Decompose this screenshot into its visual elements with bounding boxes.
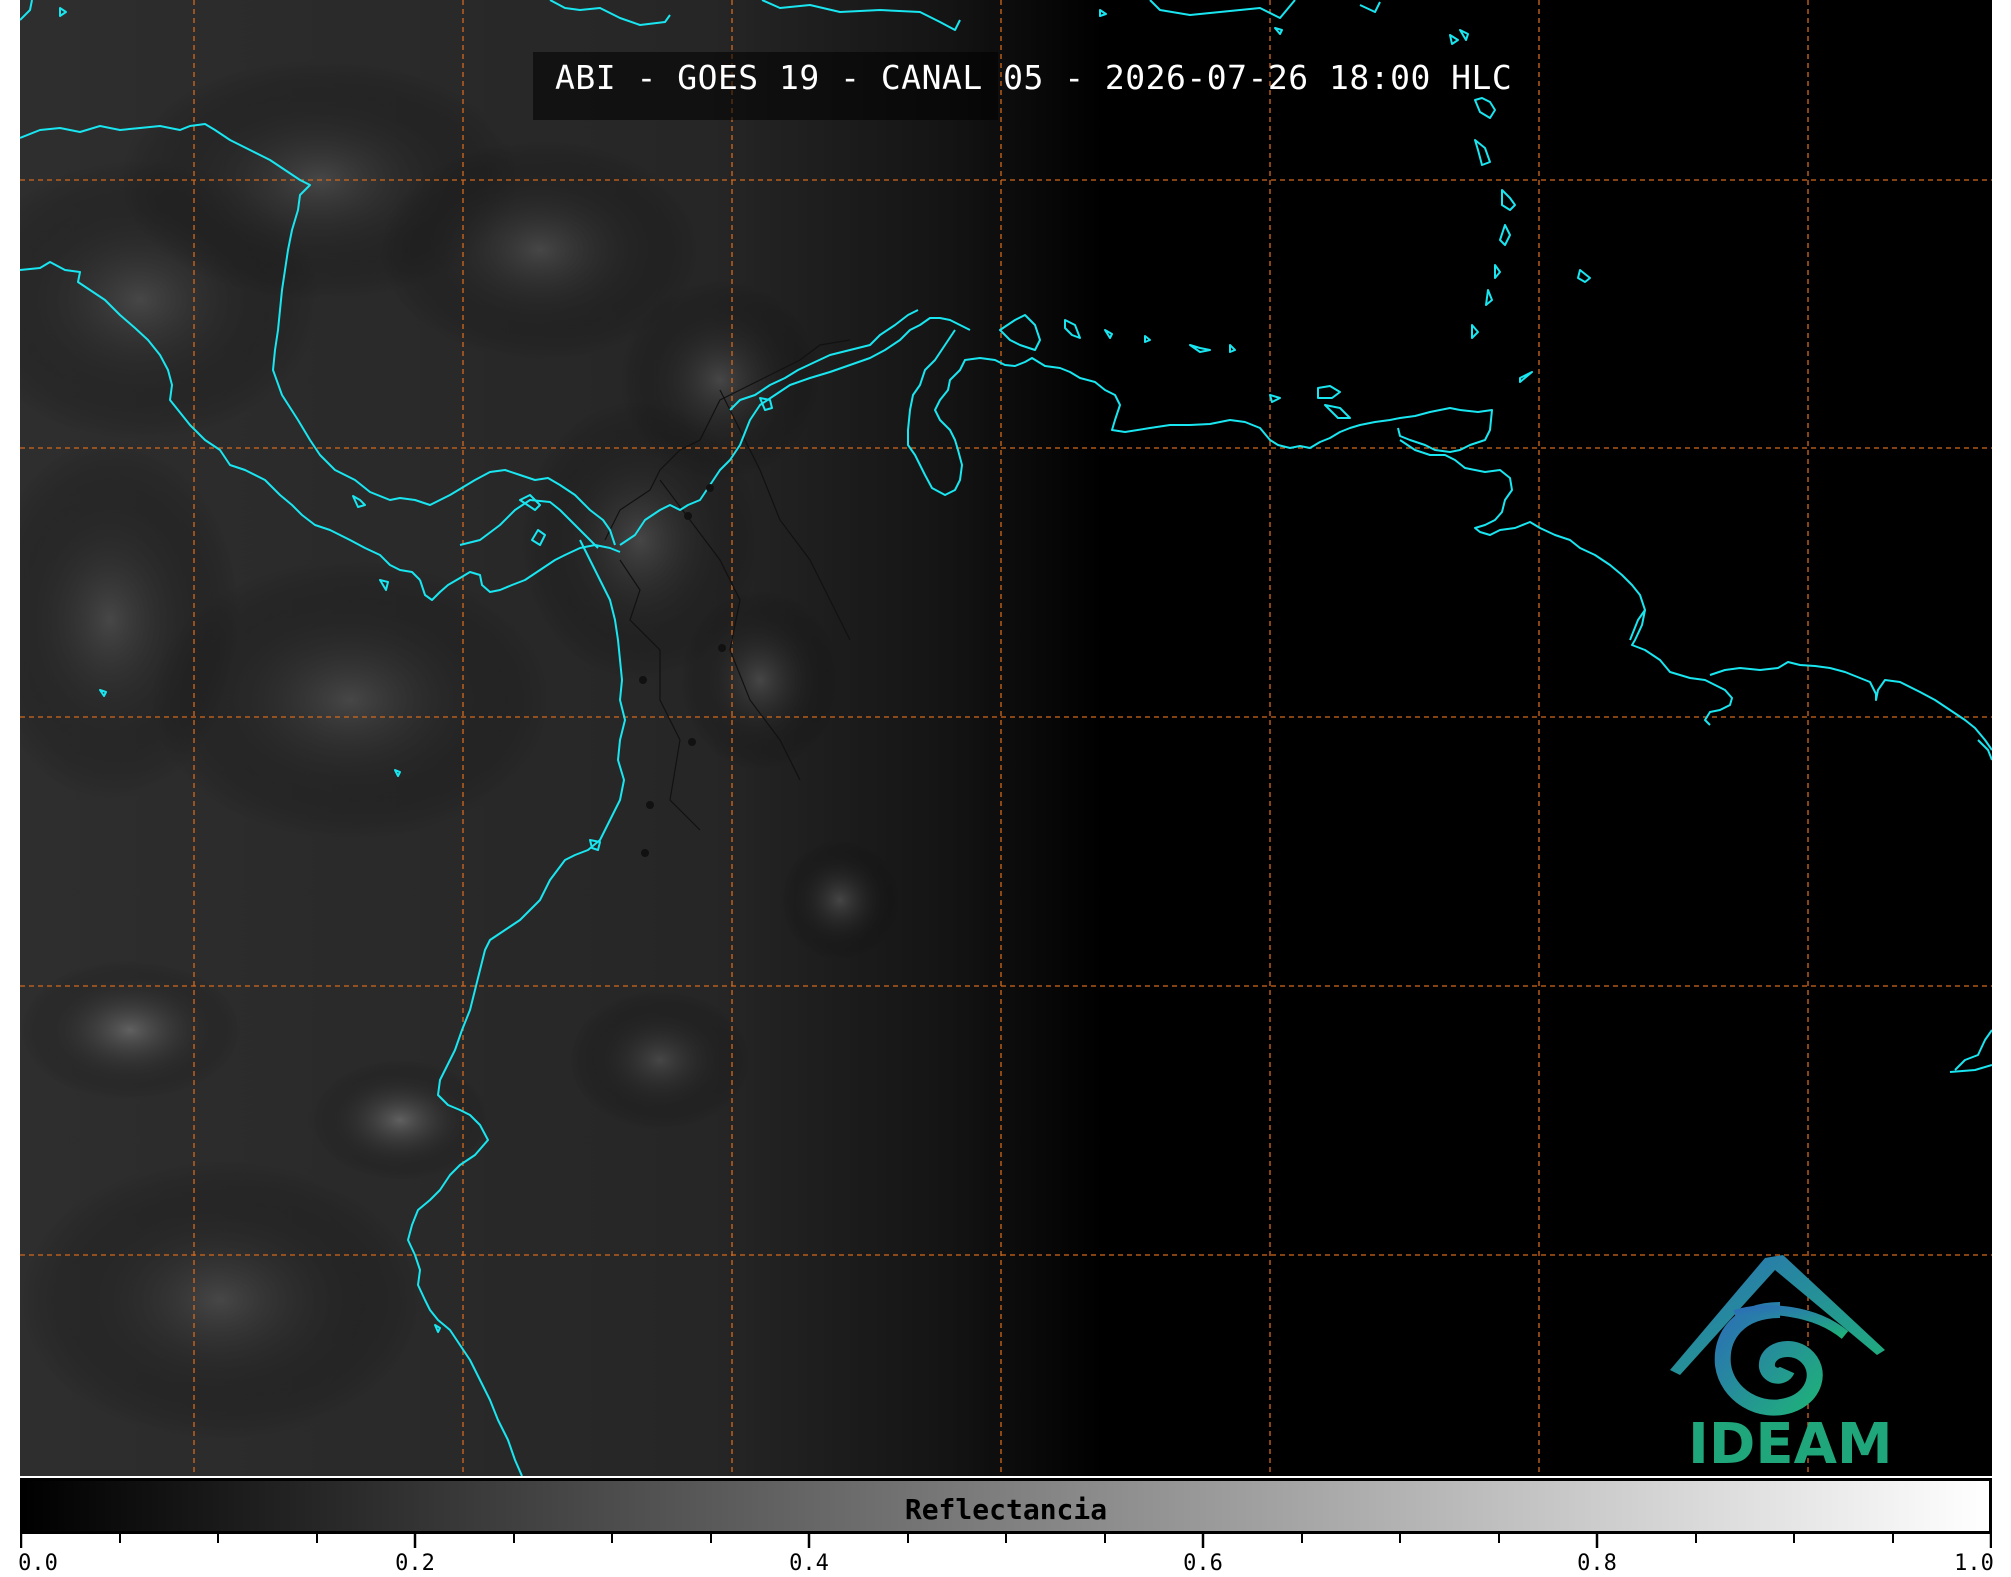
colorbar-label: Reflectancia — [904, 1493, 1108, 1526]
colorbar-tick-label: 0.8 — [1577, 1551, 1617, 1576]
colorbar-ticks — [20, 1534, 1992, 1548]
colorbar-tick-label: 0.0 — [18, 1551, 58, 1576]
colorbar-tick-label: 1.0 — [1954, 1551, 1994, 1576]
map-title: ABI - GOES 19 - CANAL 05 - 2026-07-26 18… — [555, 58, 1513, 97]
colorbar-tick-label: 0.2 — [395, 1551, 435, 1576]
colorbar: Reflectancia — [20, 1478, 1992, 1534]
colorbar-tick-label: 0.4 — [789, 1551, 829, 1576]
colorbar-tick-label: 0.6 — [1183, 1551, 1223, 1576]
ideam-logo-text: IDEAM — [1688, 1412, 1893, 1477]
